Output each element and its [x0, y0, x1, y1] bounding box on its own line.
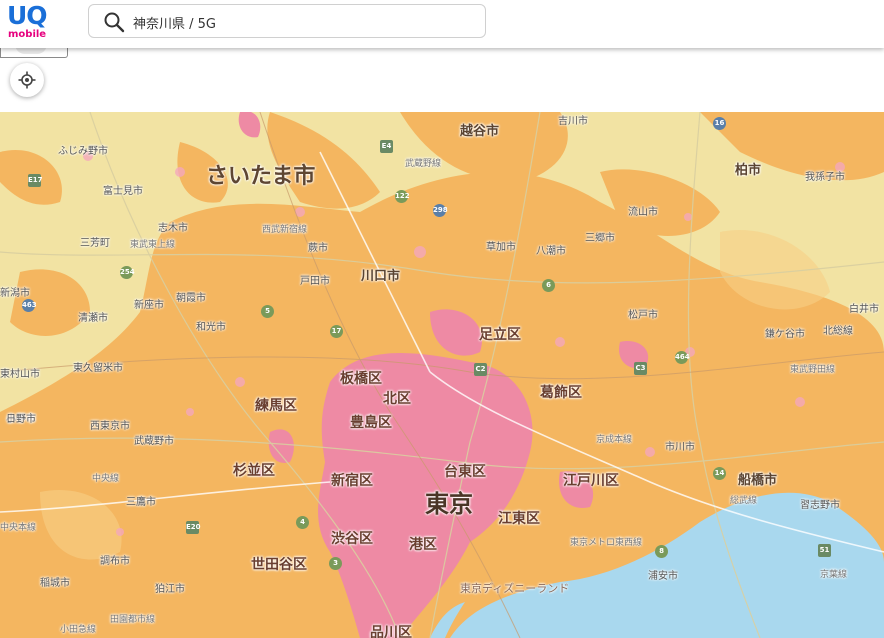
ward-label: 北区: [383, 391, 411, 407]
road-shield: C3: [634, 362, 647, 375]
town-label: 三芳町: [80, 238, 110, 249]
road-shield: 16: [713, 117, 726, 130]
town-label: 吉川市: [558, 116, 588, 127]
road-shield: 464: [675, 351, 690, 364]
road-shield: 5: [261, 305, 274, 318]
rail-line-label: 京葉線: [820, 570, 848, 580]
town-label: 北総線: [823, 326, 853, 337]
search-box[interactable]: [88, 4, 486, 38]
town-label: 稲城市: [40, 578, 70, 589]
uq-mobile-logo[interactable]: UQ mobile: [7, 1, 55, 40]
logo-mobile-text: mobile: [8, 29, 47, 40]
coverage-map[interactable]: さいたま市 東京 川口市 足立区 板橋区 北区 葛飾区 練馬区 豊島区 杉並区 …: [0, 112, 884, 638]
ward-label: 川口市: [361, 269, 401, 284]
search-icon: [104, 12, 125, 33]
road-shield: 51: [818, 544, 831, 557]
town-label: 東久留米市: [73, 363, 123, 374]
collapsed-panel-tab[interactable]: [0, 44, 68, 58]
town-label: 志木市: [158, 223, 188, 234]
town-label: 流山市: [628, 207, 658, 218]
ward-label: 葛飾区: [540, 385, 582, 401]
ward-label: 新宿区: [331, 473, 373, 489]
ward-label: 港区: [409, 537, 437, 553]
road-shield: C2: [474, 363, 487, 376]
town-label: 我孫子市: [805, 172, 845, 183]
town-label: 白井市: [849, 304, 879, 315]
road-shield: E4: [380, 140, 393, 153]
town-label: 市川市: [665, 442, 695, 453]
city-label: 柏市: [735, 163, 762, 178]
road-shield: 254: [120, 266, 135, 279]
town-label: 日野市: [6, 414, 36, 425]
road-shield: 122: [395, 190, 410, 203]
town-label: 西東京市: [90, 421, 130, 432]
town-label: 新潟市: [0, 288, 30, 299]
town-label: 鎌ケ谷市: [765, 329, 805, 340]
road-shield: 4: [296, 516, 309, 529]
ward-label: 台東区: [444, 464, 486, 480]
city-label-saitama: さいたま市: [206, 164, 316, 189]
ward-label: 板橋区: [340, 371, 382, 387]
rail-line-label: 田園都市線: [110, 615, 156, 625]
town-label: 蕨市: [308, 243, 328, 254]
rail-line-label: 西武新宿線: [262, 225, 308, 235]
road-shield: 463: [22, 299, 37, 312]
ward-label: 品川区: [370, 625, 412, 638]
town-label: 朝霞市: [176, 293, 206, 304]
town-label: 東村山市: [0, 369, 40, 380]
town-label: 戸田市: [300, 276, 330, 287]
town-label: 富士見市: [103, 186, 143, 197]
road-shield: E17: [28, 174, 43, 187]
road-shield: E20: [186, 521, 201, 534]
ward-label: 杉並区: [233, 463, 275, 479]
rail-line-label: 中央本線: [0, 523, 37, 533]
road-shield: 17: [330, 325, 343, 338]
town-label: 習志野市: [800, 500, 840, 511]
logo-uq-text: UQ: [7, 1, 48, 30]
search-input[interactable]: [133, 11, 463, 33]
landmark-disneyland: 東京ディズニーランド: [460, 582, 570, 595]
city-label: 越谷市: [460, 124, 500, 139]
road-shield: 3: [329, 557, 342, 570]
ward-label: 練馬区: [255, 398, 297, 414]
rail-line-label: 総武線: [730, 496, 758, 506]
city-label: 船橋市: [738, 473, 778, 488]
road-shield: 14: [713, 467, 726, 480]
locate-icon: [18, 71, 36, 89]
header-bar: UQ mobile: [0, 0, 884, 48]
town-label: 八潮市: [536, 246, 566, 257]
rail-line-label: 東武野田線: [790, 365, 836, 375]
rail-line-label: 東京メトロ東西線: [570, 538, 643, 548]
ward-label: 足立区: [479, 327, 521, 343]
town-label: 武蔵野市: [134, 436, 174, 447]
ward-label: 世田谷区: [251, 557, 307, 573]
town-label: 草加市: [486, 242, 516, 253]
town-label: 狛江市: [155, 584, 185, 595]
rail-line-label: 東武東上線: [130, 240, 176, 250]
town-label: ふじみ野市: [58, 146, 108, 157]
road-shield: 298: [433, 204, 448, 217]
city-label-tokyo: 東京: [425, 490, 473, 518]
town-label: 三郷市: [585, 233, 615, 244]
town-label: 新座市: [134, 300, 164, 311]
ward-label: 江戸川区: [563, 473, 619, 489]
town-label: 清瀬市: [78, 313, 108, 324]
road-shield: 8: [655, 545, 668, 558]
town-label: 調布市: [100, 556, 130, 567]
town-label: 和光市: [196, 322, 226, 333]
rail-line-label: 小田急線: [60, 625, 97, 635]
town-label: 松戸市: [628, 310, 658, 321]
road-shield: 6: [542, 279, 555, 292]
ward-label: 豊島区: [350, 415, 392, 431]
ward-label: 渋谷区: [331, 531, 373, 547]
rail-line-label: 京成本線: [596, 435, 633, 445]
town-label: 浦安市: [648, 571, 678, 582]
current-location-button[interactable]: [10, 63, 44, 97]
rail-line-label: 武蔵野線: [405, 159, 442, 169]
town-label: 中央線: [92, 474, 120, 484]
ward-label: 江東区: [498, 511, 540, 527]
town-label: 三鷹市: [126, 497, 156, 508]
